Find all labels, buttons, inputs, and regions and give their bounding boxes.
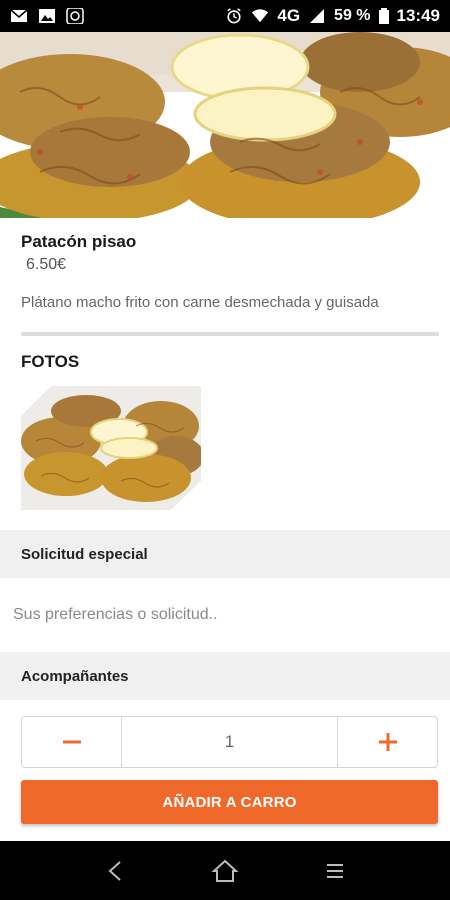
increase-button[interactable] [337, 717, 437, 767]
product-name: Patacón pisao [21, 232, 137, 251]
alarm-icon [227, 8, 242, 24]
product-description: Plátano macho frito con carne desmechada… [21, 294, 379, 311]
status-bar: 4G 59 % 13:49 [0, 0, 450, 32]
plus-icon [378, 733, 397, 751]
home-icon [211, 859, 239, 882]
product-price: 6.50€ [26, 256, 67, 273]
image-icon [39, 9, 55, 23]
home-button[interactable] [205, 851, 245, 891]
back-button[interactable] [95, 851, 135, 891]
quantity-value: 1 [224, 732, 235, 751]
decrease-button[interactable] [22, 717, 122, 767]
photo-thumbnail[interactable] [21, 386, 201, 510]
sides-header: Acompañantes [0, 652, 450, 700]
add-to-cart-button[interactable]: AÑADIR A CARRO [21, 780, 438, 824]
network-type: 4G [277, 6, 301, 25]
quantity-stepper: 1 [21, 716, 438, 768]
signal-icon [310, 9, 325, 23]
menu-button[interactable] [315, 851, 355, 891]
special-request-header: Solicitud especial [0, 530, 450, 578]
minus-icon [62, 740, 81, 744]
battery-level: 59 % [334, 7, 371, 24]
app-icon [66, 8, 84, 24]
mail-icon [10, 9, 28, 22]
clock: 13:49 [396, 6, 440, 25]
wifi-icon [252, 9, 269, 23]
battery-icon [378, 8, 389, 24]
menu-icon [327, 863, 343, 878]
product-hero-image [0, 32, 450, 218]
system-nav-bar [0, 841, 450, 900]
divider [21, 332, 439, 336]
back-icon [108, 860, 121, 881]
special-request-input[interactable] [0, 578, 450, 652]
photos-heading: FOTOS [21, 352, 80, 371]
